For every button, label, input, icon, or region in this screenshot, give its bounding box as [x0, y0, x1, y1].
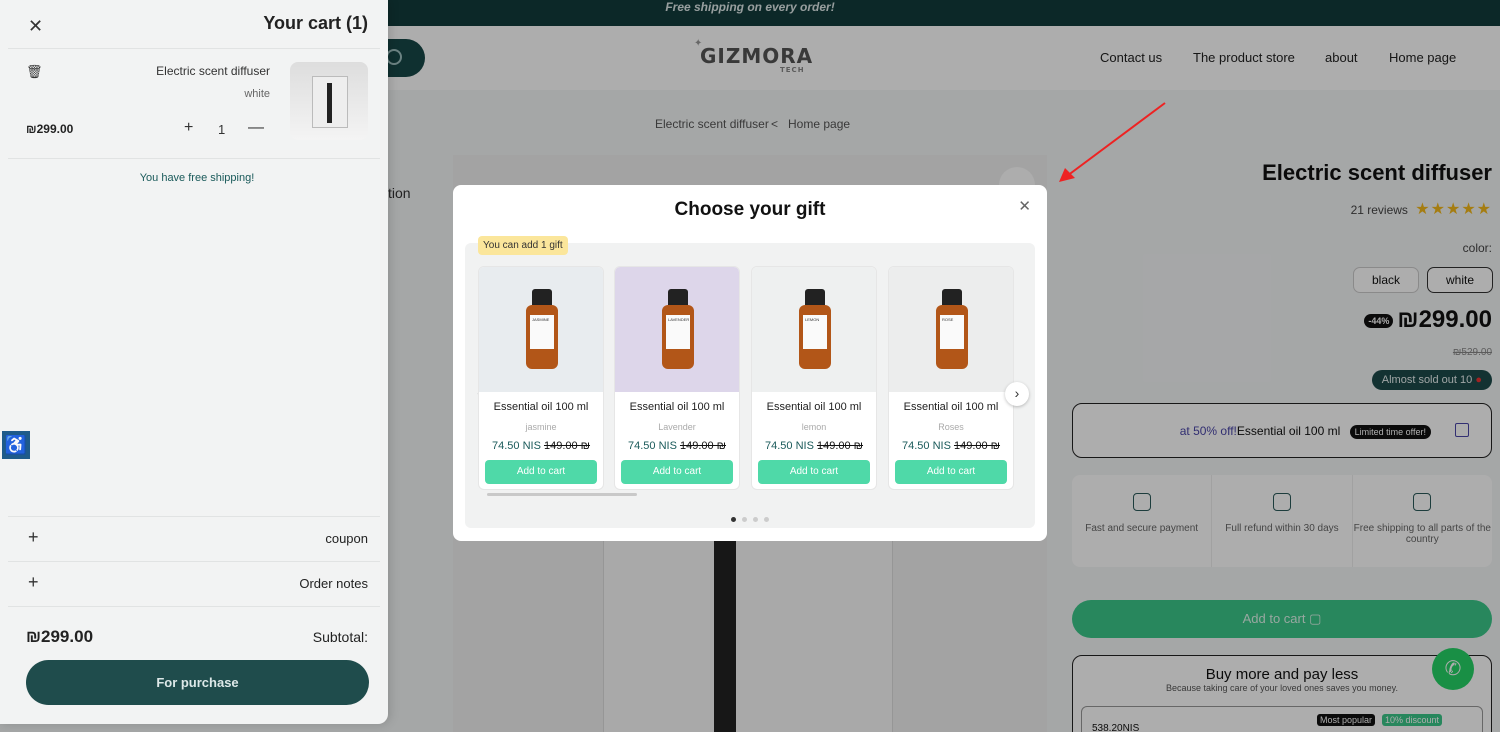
- divider: [8, 158, 380, 159]
- qty-value[interactable]: 1: [218, 122, 225, 137]
- gift-card: ROSE Essential oil 100 ml Roses 74.50 NI…: [888, 266, 1014, 490]
- close-icon[interactable]: ✕: [28, 16, 43, 37]
- divider: [8, 606, 380, 607]
- plus-icon: +: [28, 527, 39, 547]
- cart-item-image[interactable]: [290, 62, 368, 140]
- gift-name: Essential oil 100 ml: [766, 401, 862, 413]
- subtotal-label: Subtotal:: [312, 629, 368, 645]
- gift-scent: Roses: [938, 422, 964, 432]
- gift-price: 74.50 NIS 149.00 ₪: [627, 440, 727, 452]
- gift-add-to-cart-button[interactable]: Add to cart: [758, 460, 870, 484]
- gift-price: 74.50 NIS 149.00 ₪: [491, 440, 591, 452]
- carousel-dots: [465, 509, 1035, 527]
- carousel-dot[interactable]: [764, 517, 769, 522]
- gift-add-to-cart-button[interactable]: Add to cart: [485, 460, 597, 484]
- carousel-dot[interactable]: [742, 517, 747, 522]
- gift-image-rose: ROSE: [889, 267, 1013, 392]
- cart-title: Your cart (1): [263, 13, 368, 33]
- gift-scent: lemon: [801, 422, 827, 432]
- checkout-button[interactable]: For purchase: [26, 660, 369, 705]
- gift-card: LEMON Essential oil 100 ml lemon 74.50 N…: [751, 266, 877, 490]
- close-icon[interactable]: ✕: [1018, 197, 1031, 215]
- divider: [8, 48, 380, 49]
- gift-price: 74.50 NIS 149.00 ₪: [901, 440, 1001, 452]
- gift-limit-tag: You can add 1 gift: [478, 236, 568, 255]
- modal-title: Choose your gift: [674, 199, 826, 220]
- free-shipping-message: You have free shipping!: [139, 172, 255, 184]
- chevron-right-icon[interactable]: ›: [1005, 382, 1029, 406]
- order-notes-label: Order notes: [299, 576, 368, 591]
- cart-item-name[interactable]: Electric scent diffuser: [156, 64, 270, 78]
- cart-drawer: ✕ Your cart (1) 🗑 Electric scent diffuse…: [0, 0, 388, 724]
- cart-item-price: ₪299.00: [26, 122, 74, 136]
- gift-name: Essential oil 100 ml: [629, 401, 725, 413]
- gift-image-jasmine: JASMINE: [479, 267, 603, 392]
- gift-add-to-cart-button[interactable]: Add to cart: [621, 460, 733, 484]
- annotation-arrow-icon: [1059, 102, 1166, 182]
- gift-name: Essential oil 100 ml: [903, 401, 999, 413]
- gift-name: Essential oil 100 ml: [493, 401, 589, 413]
- gift-carousel: You can add 1 gift ‹ JASMINE Essential o…: [465, 236, 1035, 528]
- gift-add-to-cart-button[interactable]: Add to cart: [895, 460, 1007, 484]
- cart-item-variant: white: [244, 88, 270, 100]
- qty-increase-button[interactable]: +: [184, 119, 193, 137]
- gift-modal: Choose your gift ✕ You can add 1 gift ‹ …: [453, 185, 1047, 541]
- plus-icon: +: [28, 572, 39, 592]
- gift-image-lemon: LEMON: [752, 267, 876, 392]
- gift-scent: Lavender: [658, 422, 696, 432]
- gift-scent: jasmine: [525, 422, 557, 432]
- gift-card: JASMINE Essential oil 100 ml jasmine 74.…: [478, 266, 604, 490]
- subtotal-value: ₪299.00: [26, 627, 94, 646]
- carousel-dot[interactable]: [731, 517, 736, 522]
- trash-icon[interactable]: 🗑: [26, 64, 43, 80]
- qty-decrease-button[interactable]: —: [248, 119, 264, 137]
- carousel-dot[interactable]: [753, 517, 758, 522]
- gift-card: LAVENDER Essential oil 100 ml Lavender 7…: [614, 266, 740, 490]
- gift-price: 74.50 NIS 149.00 ₪: [764, 440, 864, 452]
- carousel-scrollbar[interactable]: [485, 493, 1017, 496]
- coupon-row[interactable]: + coupon: [8, 516, 380, 560]
- accessibility-icon[interactable]: ♿: [2, 431, 30, 459]
- gift-image-lavender: LAVENDER: [615, 267, 739, 392]
- coupon-label: coupon: [325, 531, 368, 546]
- order-notes-row[interactable]: + Order notes: [8, 561, 380, 605]
